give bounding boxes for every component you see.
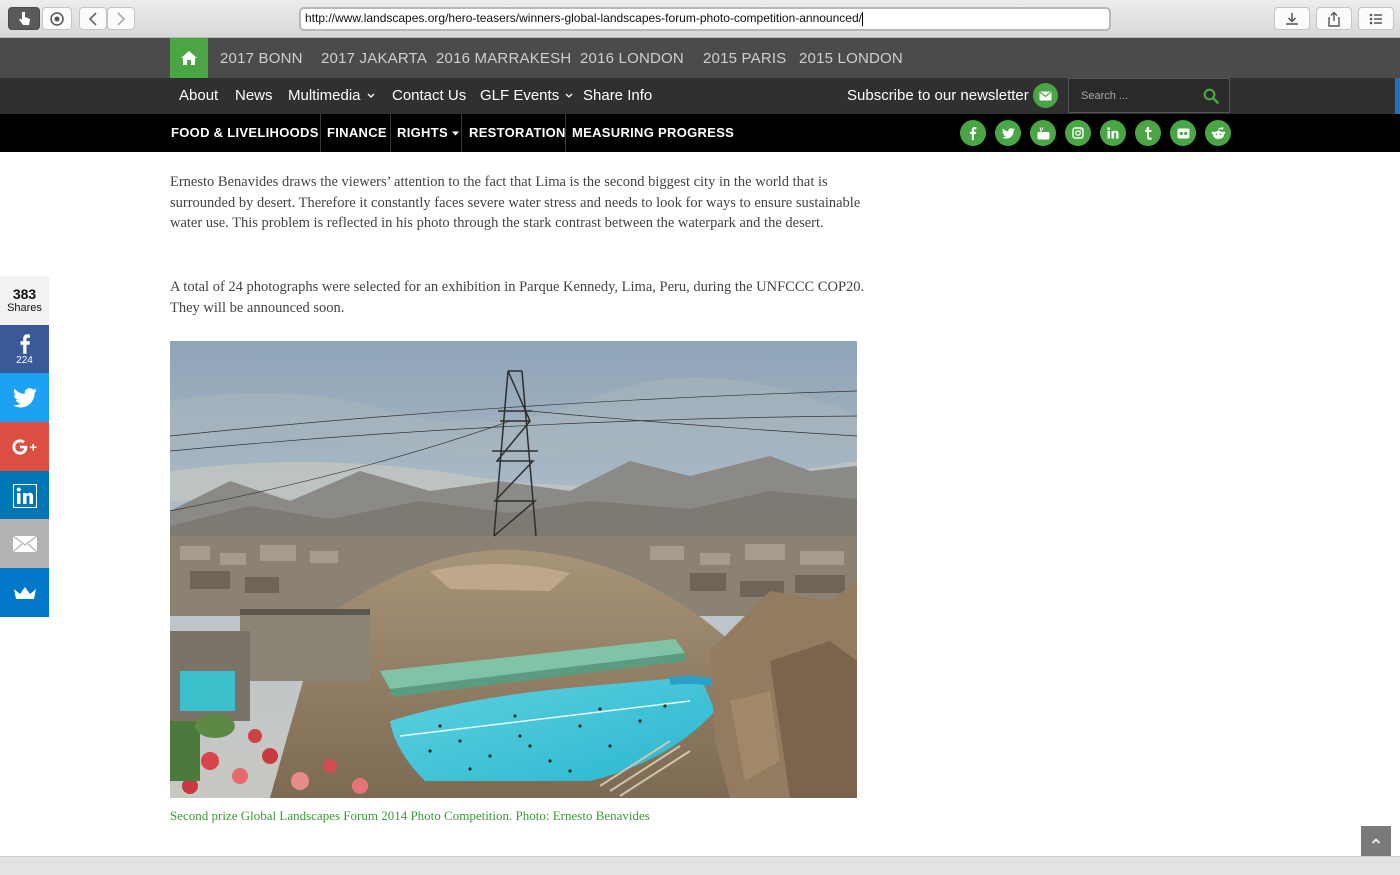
event-year-bar: 2017 BONN 2017 JAKARTA 2016 MARRAKESH 20… <box>0 38 1400 78</box>
facebook-icon <box>970 126 977 140</box>
download-icon <box>1286 12 1298 25</box>
category-rights-label: RIGHTS <box>397 125 448 140</box>
browser-toolbar: http://www.landscapes.org/hero-teasers/w… <box>0 0 1400 38</box>
facebook-icon <box>20 333 30 354</box>
year-link-2016-marrakesh[interactable]: 2016 MARRAKESH <box>436 50 571 67</box>
back-button[interactable] <box>79 7 107 30</box>
chevron-up-icon <box>1371 838 1381 844</box>
nav-contact-us[interactable]: Contact Us <box>392 87 466 104</box>
share-facebook-button[interactable]: 224 <box>0 325 49 374</box>
photo-caption: Second prize Global Landscapes Forum 201… <box>170 808 650 823</box>
capture-icon <box>50 11 64 26</box>
crown-icon <box>13 586 36 599</box>
share-page-button[interactable] <box>1316 7 1352 30</box>
year-link-2015-london[interactable]: 2015 LONDON <box>799 50 903 67</box>
search-input[interactable] <box>1081 88 1191 104</box>
year-link-2015-paris[interactable]: 2015 PARIS <box>703 50 786 67</box>
nav-about[interactable]: About <box>179 87 218 104</box>
nav-multimedia[interactable]: Multimedia <box>288 87 376 104</box>
article-paragraph: A total of 24 photographs were selected … <box>170 279 865 316</box>
nav-glf-events-label: GLF Events <box>480 87 560 104</box>
chevron-down-icon <box>565 93 573 98</box>
screenshot-button[interactable] <box>42 7 72 30</box>
address-bar[interactable]: http://www.landscapes.org/hero-teasers/w… <box>299 7 1111 31</box>
tumblr-link[interactable] <box>1135 120 1161 146</box>
envelope-icon <box>1039 91 1052 100</box>
caret-down-icon <box>451 131 459 136</box>
main-navigation: About News Multimedia Contact Us GLF Eve… <box>0 78 1400 114</box>
list-icon <box>1369 13 1382 24</box>
newsletter-subscribe-link[interactable]: Subscribe to our newsletter <box>847 87 1029 104</box>
flickr-icon <box>1177 128 1189 138</box>
search-box <box>1068 78 1230 113</box>
category-divider <box>390 114 391 152</box>
share-twitter-button[interactable] <box>0 373 49 422</box>
category-divider <box>565 114 566 152</box>
share-sumo-button[interactable] <box>0 568 49 617</box>
downloads-button[interactable] <box>1274 7 1310 30</box>
year-link-2017-jakarta[interactable]: 2017 JAKARTA <box>321 50 427 67</box>
text-caret <box>861 11 863 26</box>
linkedin-icon <box>12 483 37 508</box>
nav-glf-events[interactable]: GLF Events <box>480 87 574 104</box>
linkedin-icon <box>1107 127 1119 139</box>
share-total: 383 <box>12 286 37 302</box>
share-label: Shares <box>7 302 42 314</box>
linkedin-link[interactable] <box>1100 120 1126 146</box>
twitter-icon <box>1001 127 1015 139</box>
reddit-link[interactable] <box>1205 120 1231 146</box>
year-link-2017-bonn[interactable]: 2017 BONN <box>220 50 303 67</box>
google-plus-icon <box>11 438 36 455</box>
category-rights[interactable]: RIGHTS <box>397 125 460 140</box>
share-email-button[interactable] <box>0 519 49 568</box>
share-google-plus-button[interactable] <box>0 422 49 471</box>
article-paragraph: Ernesto Benavides draws the viewers’ att… <box>170 174 861 231</box>
tumblr-icon <box>1145 126 1152 140</box>
nav-share-info[interactable]: Share Info <box>583 87 652 104</box>
chevron-left-icon <box>88 11 97 26</box>
home-button[interactable] <box>170 38 208 78</box>
edge-accent <box>1395 78 1400 114</box>
waterpark-desert-photo <box>170 341 857 798</box>
instagram-link[interactable] <box>1065 120 1091 146</box>
scroll-to-top-button[interactable] <box>1361 826 1391 856</box>
flickr-link[interactable] <box>1170 120 1196 146</box>
nav-news[interactable]: News <box>235 87 273 104</box>
competition-photo <box>170 341 857 798</box>
hand-pointer-icon <box>19 11 30 25</box>
facebook-share-count: 224 <box>16 354 33 366</box>
chevron-right-icon <box>117 11 126 26</box>
youtube-icon <box>1037 126 1049 139</box>
facebook-link[interactable] <box>960 120 986 146</box>
share-counter: 383 Shares <box>0 276 49 325</box>
twitter-link[interactable] <box>995 120 1021 146</box>
category-finance[interactable]: FINANCE <box>327 125 387 140</box>
pointer-tool-button[interactable] <box>8 7 40 30</box>
category-measuring-progress[interactable]: MEASURING PROGRESS <box>572 125 734 140</box>
share-icon <box>1328 11 1340 27</box>
twitter-icon <box>12 387 37 407</box>
forward-button[interactable] <box>107 7 135 30</box>
home-icon <box>181 51 197 65</box>
reading-list-button[interactable] <box>1358 7 1394 30</box>
reddit-icon <box>1211 126 1225 139</box>
newsletter-button[interactable] <box>1033 83 1058 108</box>
search-icon[interactable] <box>1203 88 1219 104</box>
browser-status-bar <box>0 856 1400 875</box>
share-linkedin-button[interactable] <box>0 471 49 520</box>
category-restoration[interactable]: RESTORATION <box>469 125 566 140</box>
category-navigation: FOOD & LIVELIHOODS FINANCE RIGHTS RESTOR… <box>0 114 1400 152</box>
category-divider <box>461 114 462 152</box>
envelope-icon <box>12 535 37 552</box>
year-link-2016-london[interactable]: 2016 LONDON <box>580 50 684 67</box>
chevron-down-icon <box>367 93 374 98</box>
youtube-link[interactable] <box>1030 120 1056 146</box>
instagram-icon <box>1072 127 1084 139</box>
nav-multimedia-label: Multimedia <box>288 87 361 104</box>
category-food-livelihoods[interactable]: FOOD & LIVELIHOODS <box>171 125 319 140</box>
url-text: http://www.landscapes.org/hero-teasers/w… <box>305 11 862 25</box>
category-divider <box>320 114 321 152</box>
